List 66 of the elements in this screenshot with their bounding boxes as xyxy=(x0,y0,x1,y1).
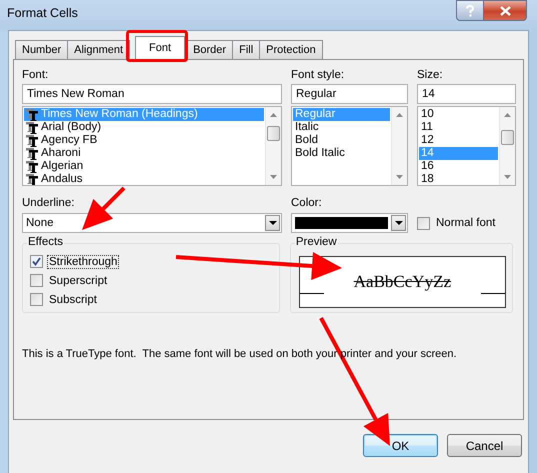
tab[interactable]: Fill xyxy=(232,40,260,59)
checkbox[interactable] xyxy=(30,274,43,287)
list-item[interactable]: Algerian xyxy=(24,160,264,173)
scroll-down-icon[interactable] xyxy=(504,175,511,179)
list-item[interactable]: Bold xyxy=(293,134,390,147)
field-label: Size: xyxy=(417,68,444,83)
group-title: Effects xyxy=(27,236,64,248)
scroll-down-icon[interactable] xyxy=(396,175,403,179)
list-item[interactable]: Aharoni xyxy=(24,147,264,160)
checkbox-label: Strikethrough xyxy=(47,254,120,268)
list-item[interactable]: 18 xyxy=(419,173,498,185)
input-field[interactable]: Times New Roman xyxy=(22,84,282,104)
scrollbar[interactable] xyxy=(391,107,407,185)
truetype-icon xyxy=(26,174,38,185)
scroll-thumb[interactable] xyxy=(501,130,514,145)
ok-button[interactable]: OK xyxy=(363,434,438,457)
question-mark-icon xyxy=(465,4,475,16)
truetype-icon xyxy=(26,160,38,172)
list-item[interactable]: 16 xyxy=(419,160,498,173)
window-title: Format Cells xyxy=(7,6,78,20)
scroll-thumb[interactable] xyxy=(267,126,280,141)
help-button[interactable] xyxy=(456,0,484,21)
truetype-icon xyxy=(26,134,38,146)
input-field[interactable]: 14 xyxy=(417,84,516,104)
list-item[interactable]: Andalus xyxy=(24,173,264,185)
tab[interactable]: Number xyxy=(15,40,68,59)
list-item[interactable]: 12 xyxy=(419,134,498,147)
truetype-icon xyxy=(26,148,38,160)
tab[interactable]: Alignment xyxy=(67,40,130,59)
highlight-frame xyxy=(126,30,188,62)
tab[interactable]: Border xyxy=(186,40,234,59)
list-item[interactable]: Arial (Body) xyxy=(24,121,264,134)
color-dropdown[interactable] xyxy=(291,213,408,233)
group-title: Preview xyxy=(294,236,338,248)
checkbox[interactable] xyxy=(417,216,430,230)
list-item[interactable]: Bold Italic xyxy=(293,147,390,160)
truetype-icon xyxy=(26,122,38,134)
checkbox[interactable] xyxy=(30,255,43,268)
tab[interactable]: Protection xyxy=(259,40,323,59)
scroll-up-icon[interactable] xyxy=(396,113,403,117)
tab[interactable]: Font xyxy=(135,36,186,60)
scroll-up-icon[interactable] xyxy=(504,113,511,117)
list-item[interactable]: 10 xyxy=(419,108,498,121)
checkbox-label: Normal font xyxy=(435,216,496,230)
scrollbar[interactable] xyxy=(499,107,515,185)
field-label: Font: xyxy=(22,68,50,83)
scroll-up-icon[interactable] xyxy=(270,113,277,117)
dropdown[interactable]: None xyxy=(22,213,282,233)
cancel-button[interactable]: Cancel xyxy=(447,434,522,457)
scrollbar[interactable] xyxy=(265,107,281,185)
list-item[interactable]: 11 xyxy=(419,121,498,134)
list-item[interactable]: Agency FB xyxy=(24,134,264,147)
field-label: Color: xyxy=(291,196,323,211)
field-label: Font style: xyxy=(291,68,346,83)
input-field[interactable]: Regular xyxy=(291,84,408,104)
scroll-down-icon[interactable] xyxy=(270,175,277,179)
close-button[interactable] xyxy=(484,0,527,21)
checkbox[interactable] xyxy=(30,293,43,306)
checkbox-label: Superscript xyxy=(48,274,108,288)
preview-text: AaBbCcYyZz xyxy=(354,272,452,292)
field-label: Underline: xyxy=(22,196,76,211)
truetype-icon xyxy=(26,108,38,120)
checkbox-label: Subscript xyxy=(48,292,98,306)
arrow xyxy=(82,186,126,230)
close-icon xyxy=(500,6,510,16)
list-item[interactable]: Italic xyxy=(293,121,390,134)
